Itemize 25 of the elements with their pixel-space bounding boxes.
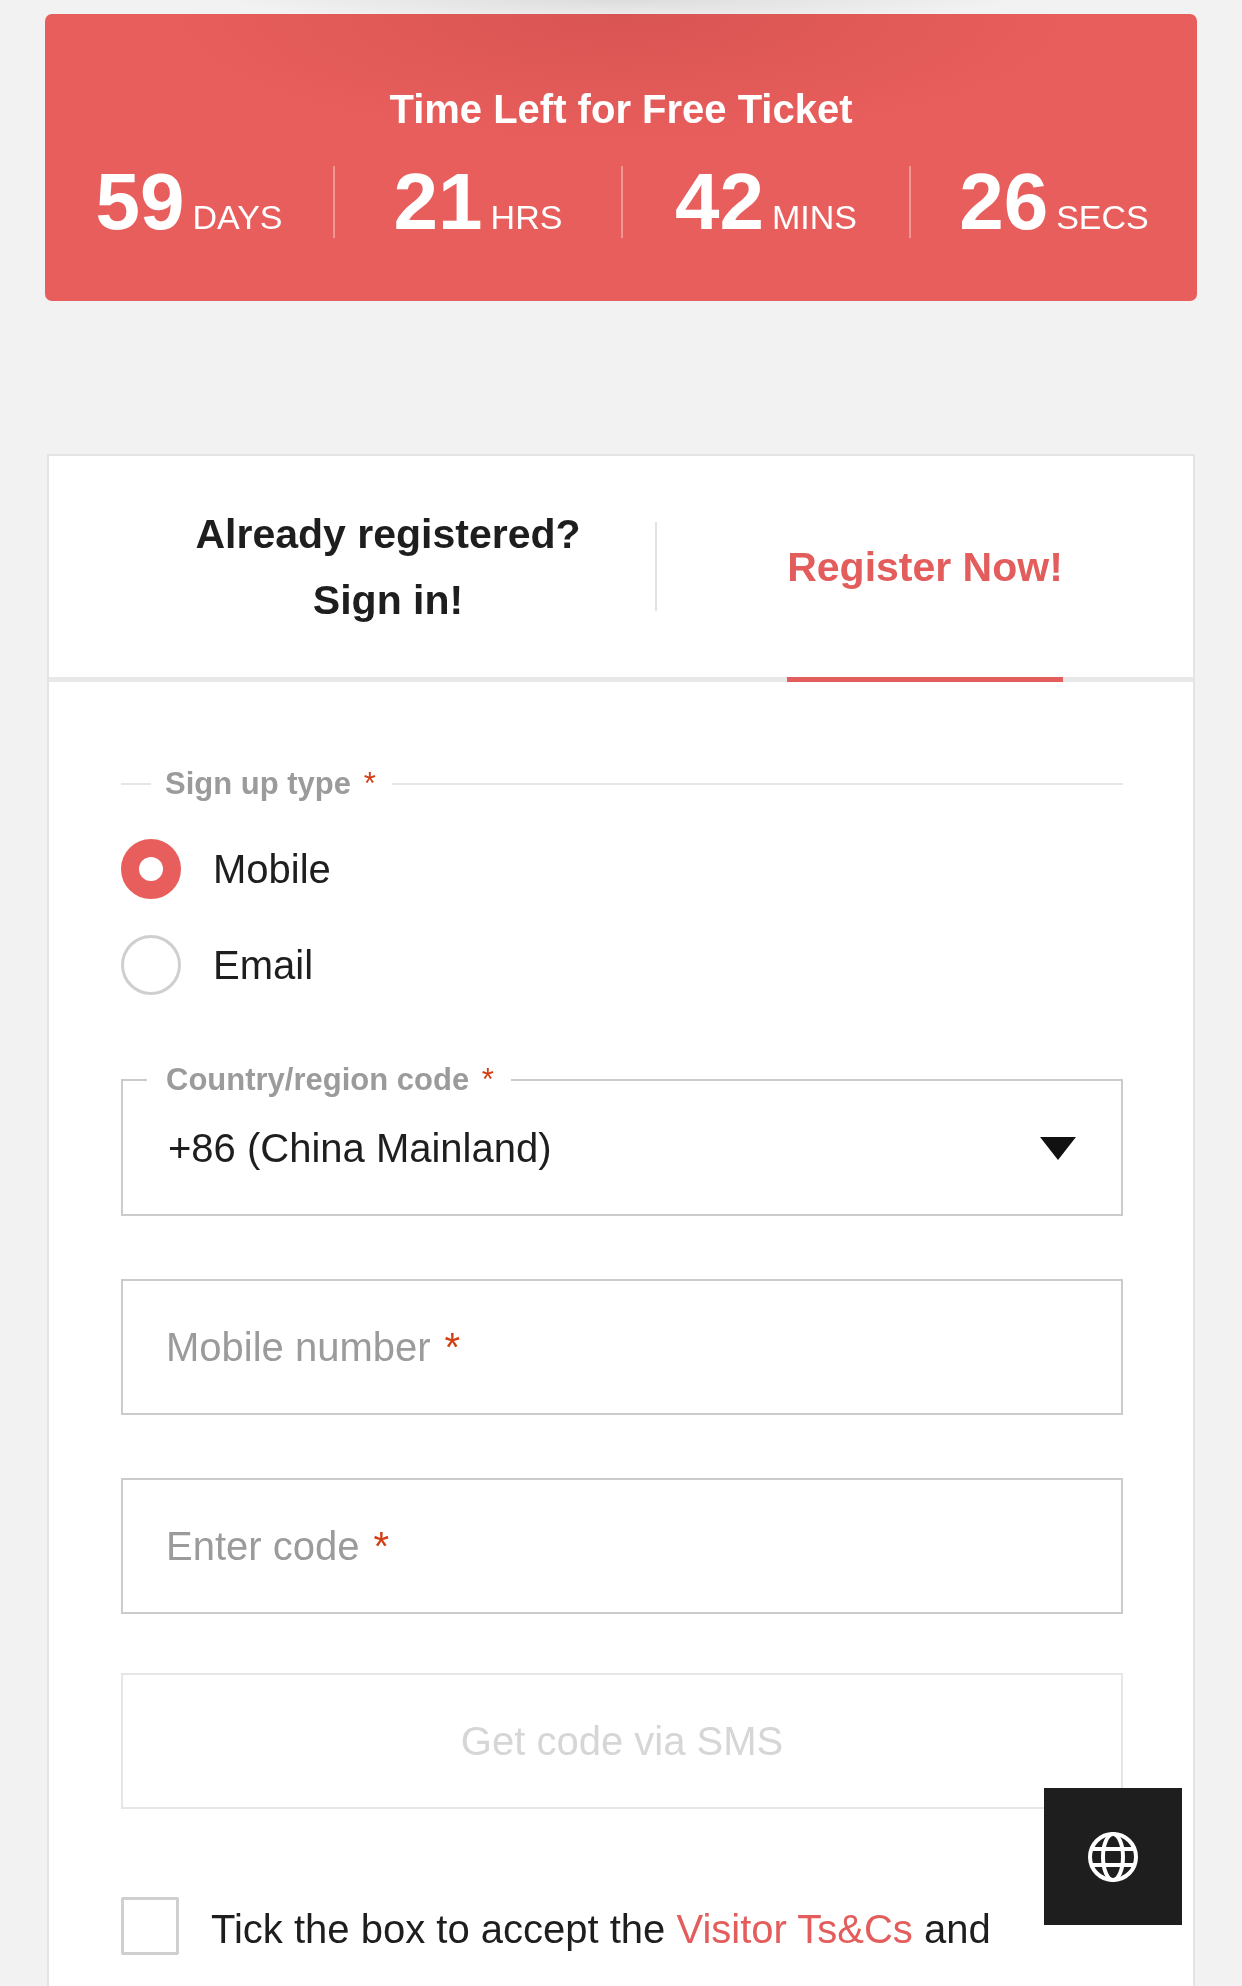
terms-link[interactable]: Visitor Ts&Cs [676,1907,913,1951]
tab[interactable]: Register Now! [787,456,1063,682]
field-label: Country/region code * [165,1061,495,1099]
checkbox[interactable] [121,1897,179,1955]
radio-button[interactable] [121,839,181,899]
input-field[interactable]: Mobile number * [121,1279,1123,1415]
countdown-number: 59 [95,166,185,238]
input-field[interactable]: Enter code * [121,1478,1123,1614]
group-label: Sign up type * [164,765,377,803]
option-label[interactable]: Mobile [213,845,331,893]
radio-button[interactable] [121,935,181,995]
option-label[interactable]: Email [213,941,314,989]
countdown-title: Time Left for Free Ticket [389,86,853,133]
countdown-unit: DAYS [192,197,283,237]
globe-icon [1088,1831,1138,1882]
tab[interactable]: Already registered? Sign in! [173,456,603,682]
countdown-unit: HRS [490,197,563,237]
countdown-number: 26 [959,166,1049,238]
countdown-number: 42 [675,166,764,238]
countdown-number: 21 [393,166,483,238]
dropdown-caret-icon [1040,1136,1076,1160]
countdown-unit: MINS [772,197,857,237]
countdown-unit: SECS [1056,197,1149,237]
terms-text: Tick the box to accept the Visitor Ts&Cs and [211,1906,991,1953]
globe-button[interactable] [1044,1788,1182,1925]
